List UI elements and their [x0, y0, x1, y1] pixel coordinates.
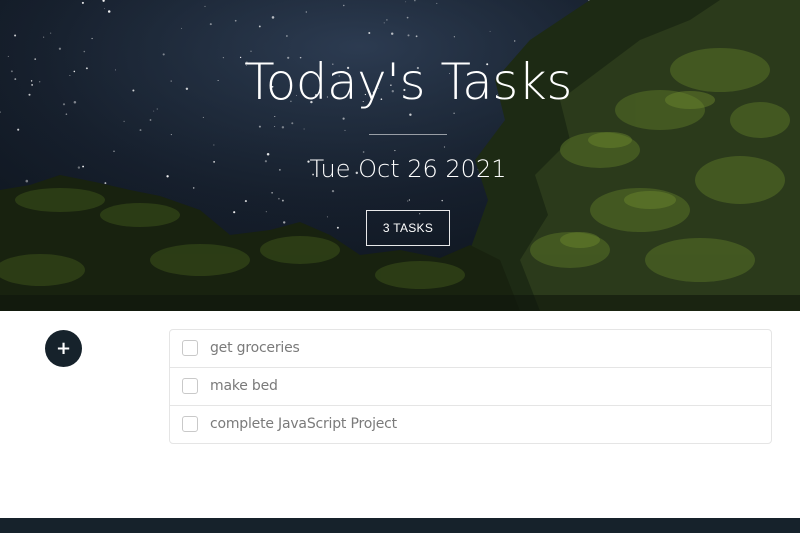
task-text: get groceries	[210, 340, 300, 356]
current-date: Tue Oct 26 2021	[309, 155, 507, 183]
page-footer	[0, 518, 800, 533]
add-task-button[interactable]: +	[45, 330, 82, 367]
task-text: make bed	[210, 378, 278, 394]
task-checkbox[interactable]	[182, 378, 198, 394]
page-title: Today's Tasks	[244, 53, 572, 111]
task-checkbox[interactable]	[182, 416, 198, 432]
page: Today's Tasks Tue Oct 26 2021 3 TASKS + …	[0, 0, 800, 533]
hero-header: Today's Tasks Tue Oct 26 2021 3 TASKS	[0, 0, 800, 311]
task-list: get groceries make bed complete JavaScri…	[169, 329, 772, 444]
task-item: make bed	[170, 368, 771, 406]
task-checkbox[interactable]	[182, 340, 198, 356]
task-item: get groceries	[170, 330, 771, 368]
task-item: complete JavaScript Project	[170, 406, 771, 443]
task-text: complete JavaScript Project	[210, 416, 397, 432]
task-count-badge: 3 TASKS	[366, 210, 450, 246]
title-divider	[369, 134, 447, 135]
